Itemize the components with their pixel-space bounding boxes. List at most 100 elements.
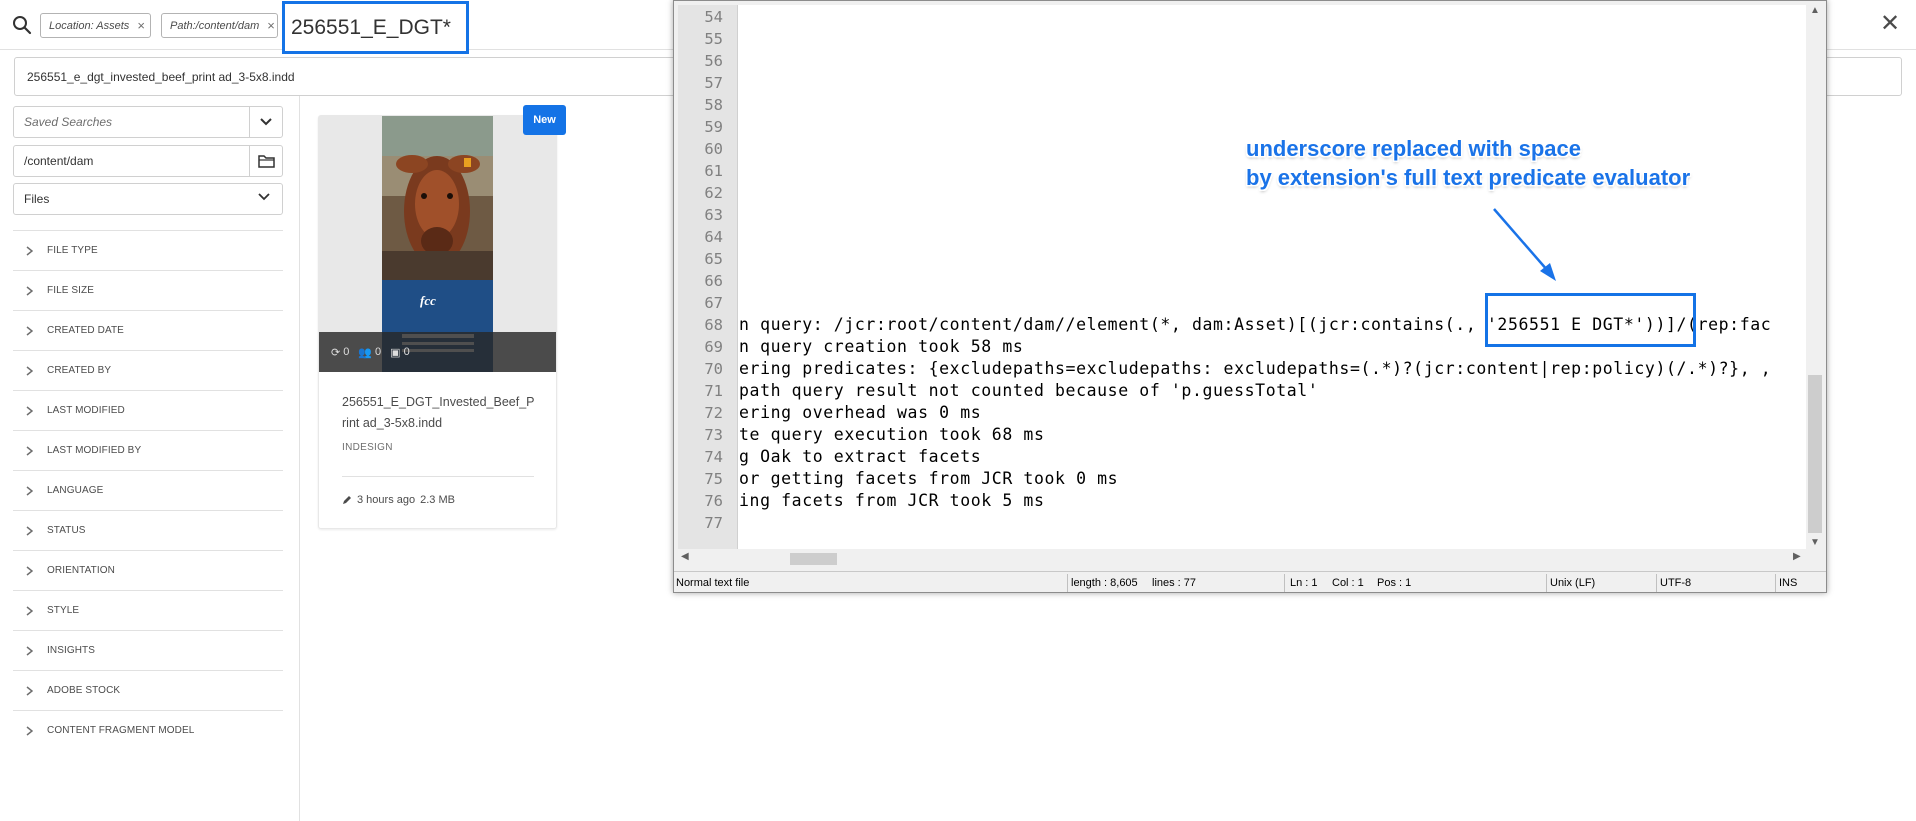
asset-thumbnail[interactable]: fcc ⟳ 0 👥 0 ▣ 0: [319, 116, 556, 372]
facet-label: ORIENTATION: [47, 565, 115, 576]
facet-language[interactable]: LANGUAGE: [13, 470, 283, 510]
annotation-highlight-box: [1485, 293, 1696, 347]
saved-searches-select[interactable]: Saved Searches: [13, 106, 283, 138]
chevron-down-icon: [258, 193, 270, 201]
path-filter-tag[interactable]: Path:/content/dam ×: [161, 13, 278, 38]
line-number: 55: [704, 30, 723, 48]
cursor-line: Ln : 1: [1290, 577, 1318, 589]
line-number: 58: [704, 96, 723, 114]
card-status-bar: ⟳ 0 👥 0 ▣ 0: [319, 332, 556, 372]
path-value: /content/dam: [24, 154, 94, 168]
divider: [1284, 574, 1285, 592]
file-type: Normal text file: [676, 577, 750, 589]
editor-pane[interactable]: 54 55 56 57 58 59 60 61 62 63 64 65 66 67 68 69 70 71 72 73…: [678, 5, 1806, 553]
chevron-right-icon: [26, 446, 33, 456]
pencil-icon: [343, 496, 351, 504]
chevron-right-icon: [26, 566, 33, 576]
location-filter-tag[interactable]: Location: Assets ×: [40, 13, 151, 38]
line-number: 64: [704, 228, 723, 246]
line-number: 67: [704, 294, 723, 312]
facet-label: LANGUAGE: [47, 485, 104, 496]
divider: [1067, 574, 1068, 592]
asset-card[interactable]: fcc ⟳ 0 👥 0 ▣ 0 256551_E_DGT_Invested_Beef_…: [318, 115, 557, 529]
divider: [342, 476, 534, 477]
doc-lines: lines : 77: [1152, 577, 1197, 589]
code-line: n query creation took 58 ms: [739, 337, 1024, 356]
chevron-down-icon[interactable]: [249, 107, 282, 137]
scroll-thumb[interactable]: [1808, 375, 1822, 533]
doc-length: length : 8,605: [1071, 577, 1138, 589]
path-input[interactable]: /content/dam: [13, 145, 283, 177]
asset-title[interactable]: 256551_E_DGT_Invested_Beef_Print ad_3-5x…: [342, 392, 538, 434]
line-number-gutter: 54 55 56 57 58 59 60 61 62 63 64 65 66 67 68 69 70 71 72 73…: [678, 5, 738, 553]
line-number: 60: [704, 140, 723, 158]
facet-label: ADOBE STOCK: [47, 685, 121, 696]
line-number: 74: [704, 448, 723, 466]
facet-created-by[interactable]: CREATED BY: [13, 350, 283, 390]
cursor-pos: Pos : 1: [1377, 577, 1412, 589]
facet-insights[interactable]: INSIGHTS: [13, 630, 283, 670]
chevron-right-icon: [26, 326, 33, 336]
chevron-right-icon: [26, 366, 33, 376]
facet-label: CREATED DATE: [47, 325, 124, 336]
horizontal-scrollbar[interactable]: ◀ ▶: [678, 549, 1806, 567]
code-line: ering predicates: {excludepaths=excludep…: [739, 359, 1772, 378]
facet-status[interactable]: STATUS: [13, 510, 283, 550]
search-input[interactable]: 256551_E_DGT*: [282, 1, 469, 54]
chevron-right-icon: [26, 286, 33, 296]
facet-orientation[interactable]: ORIENTATION: [13, 550, 283, 590]
remove-tag-icon[interactable]: ×: [137, 18, 145, 33]
facet-label: FILE TYPE: [47, 245, 98, 256]
line-number: 77: [704, 514, 723, 532]
scroll-down-icon[interactable]: ▼: [1810, 537, 1820, 548]
line-number: 63: [704, 206, 723, 224]
facet-style[interactable]: STYLE: [13, 590, 283, 630]
chevron-right-icon: [26, 246, 33, 256]
modified-time: 3 hours ago: [357, 494, 416, 506]
line-number: 66: [704, 272, 723, 290]
code-line: te query execution took 68 ms: [739, 425, 1045, 444]
chevron-right-icon: [26, 526, 33, 536]
tag-label: Path:/content/dam: [170, 19, 260, 32]
count: 0: [375, 346, 382, 358]
chevron-right-icon: [26, 726, 33, 736]
facet-created-date[interactable]: CREATED DATE: [13, 310, 283, 350]
vertical-scrollbar[interactable]: ▲ ▼: [1806, 5, 1824, 553]
annotation-text: by extension's full text predicate evalu…: [1246, 165, 1691, 190]
facet-adobe-stock[interactable]: ADOBE STOCK: [13, 670, 283, 710]
search-icon[interactable]: [12, 15, 32, 35]
folder-icon[interactable]: [249, 146, 282, 176]
chevron-right-icon: [26, 646, 33, 656]
insert-mode: INS: [1779, 577, 1798, 589]
code-line: ing facets from JCR took 5 ms: [739, 491, 1045, 510]
scroll-up-icon[interactable]: ▲: [1810, 5, 1820, 16]
facet-last-modified-by[interactable]: LAST MODIFIED BY: [13, 430, 283, 470]
ad-brand-logo: fcc: [420, 293, 436, 308]
code-line: ering overhead was 0 ms: [739, 403, 982, 422]
scroll-left-icon[interactable]: ◀: [681, 551, 689, 562]
asset-type-select[interactable]: Files: [13, 183, 283, 215]
line-number: 65: [704, 250, 723, 268]
close-icon[interactable]: ✕: [1880, 12, 1900, 36]
annotation-arrow-icon: [1493, 208, 1556, 281]
divider: [1656, 574, 1657, 592]
code-line: g Oak to extract facets: [739, 447, 982, 466]
facet-label: CREATED BY: [47, 365, 112, 376]
facet-label: CONTENT FRAGMENT MODEL: [47, 725, 195, 736]
scroll-thumb[interactable]: [790, 553, 837, 565]
asset-meta: 3 hours ago 2.3 MB: [342, 494, 455, 506]
status-bar: Normal text file length : 8,605 lines : …: [674, 571, 1826, 592]
facet-file-type[interactable]: FILE TYPE: [13, 230, 283, 270]
annotation-text: underscore replaced with space: [1246, 136, 1582, 161]
line-number: 57: [704, 74, 723, 92]
facet-last-modified[interactable]: LAST MODIFIED: [13, 390, 283, 430]
comment-icon: ▣: [390, 346, 401, 359]
line-number: 75: [704, 470, 723, 488]
facet-label: STYLE: [47, 605, 80, 616]
facet-file-size[interactable]: FILE SIZE: [13, 270, 283, 310]
remove-tag-icon[interactable]: ×: [267, 18, 275, 33]
scroll-right-icon[interactable]: ▶: [1793, 551, 1801, 562]
asset-type: INDESIGN: [342, 442, 393, 453]
facet-content-fragment-model[interactable]: CONTENT FRAGMENT MODEL: [13, 710, 283, 750]
eol-format: Unix (LF): [1550, 577, 1596, 589]
